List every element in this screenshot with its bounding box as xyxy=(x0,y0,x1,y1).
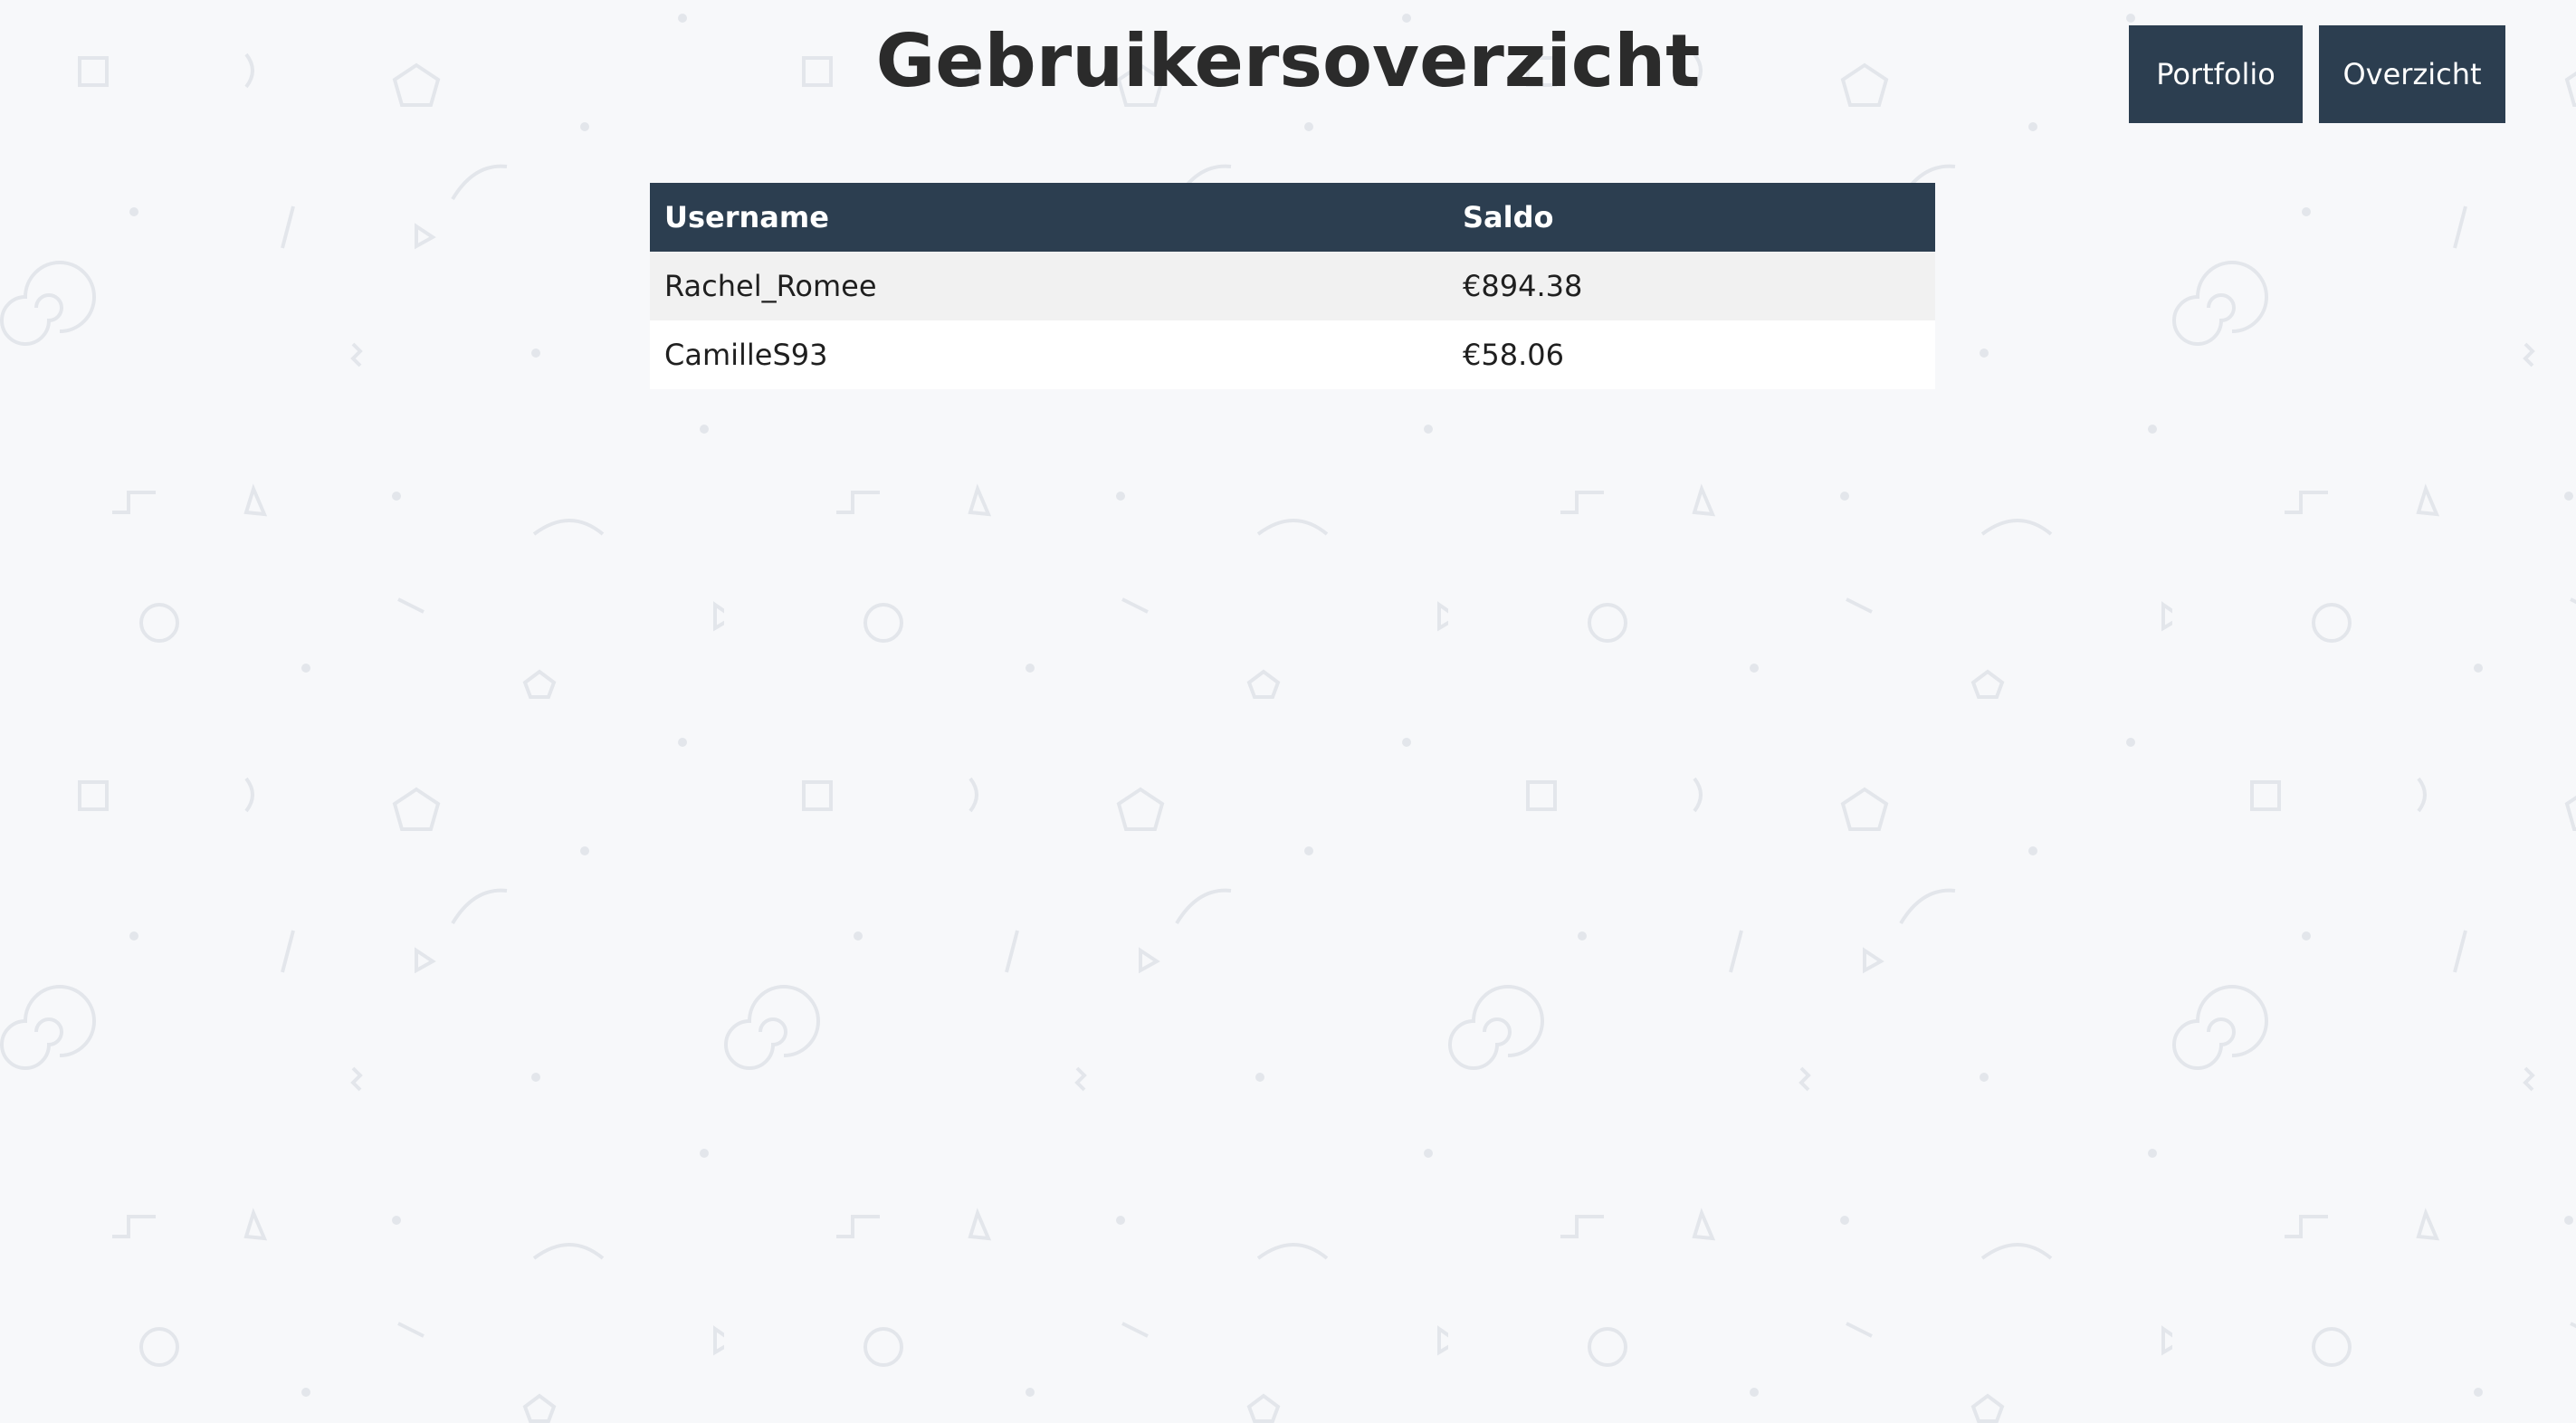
saldo-cell: €894.38 xyxy=(1448,252,1935,320)
column-header-saldo[interactable]: Saldo xyxy=(1448,183,1935,252)
table-row: Rachel_Romee €894.38 xyxy=(650,252,1935,320)
column-header-username[interactable]: Username xyxy=(650,183,1448,252)
username-cell: Rachel_Romee xyxy=(650,252,1448,320)
overzicht-button[interactable]: Overzicht xyxy=(2319,25,2505,123)
table-row: CamilleS93 €58.06 xyxy=(650,320,1935,389)
portfolio-button[interactable]: Portfolio xyxy=(2129,25,2303,123)
saldo-cell: €58.06 xyxy=(1448,320,1935,389)
username-cell: CamilleS93 xyxy=(650,320,1448,389)
table-header-row: Username Saldo xyxy=(650,183,1935,252)
top-nav: Portfolio Overzicht xyxy=(2129,25,2505,123)
user-table: Username Saldo Rachel_Romee €894.38 Cami… xyxy=(650,183,1935,389)
